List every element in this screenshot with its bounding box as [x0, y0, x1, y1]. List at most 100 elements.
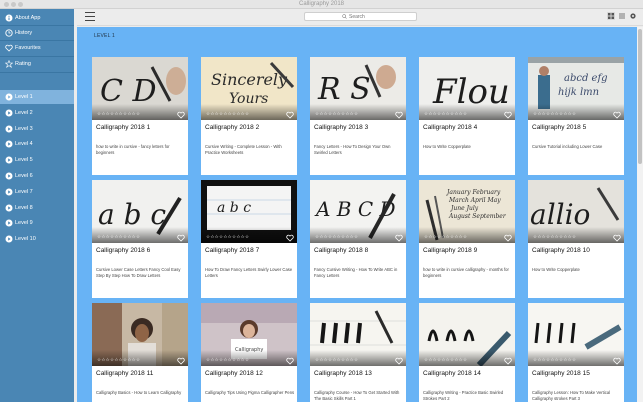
- sidebar-item-rating[interactable]: Rating: [0, 57, 74, 71]
- favourite-heart-icon[interactable]: [177, 111, 185, 119]
- sidebar-item-level-7[interactable]: Level 7: [0, 185, 74, 199]
- video-title: Calligraphy 2018 14: [423, 370, 481, 377]
- video-card[interactable]: Flou ☆☆☆☆☆☆☆☆☆☆ Calligraphy 2018 4 How to W…: [419, 57, 515, 175]
- sidebar-item-level-6[interactable]: Level 6: [0, 169, 74, 183]
- svg-text:hijk lmn: hijk lmn: [558, 87, 599, 98]
- favourite-heart-icon[interactable]: [395, 111, 403, 119]
- sidebar-item-about[interactable]: About App: [0, 11, 74, 25]
- sidebar-item-label: Level 2: [15, 109, 33, 116]
- svg-text:June July: June July: [449, 205, 479, 212]
- video-thumbnail[interactable]: C D ☆☆☆☆☆☆☆☆☆☆: [92, 57, 188, 120]
- video-card[interactable]: a b c ☆☆☆☆☆☆☆☆☆☆ Calligraphy 2018 7 How To …: [201, 180, 297, 298]
- favourite-heart-icon[interactable]: [286, 234, 294, 242]
- video-thumbnail[interactable]: R S ☆☆☆☆☆☆☆☆☆☆: [310, 57, 406, 120]
- video-card[interactable]: ☆☆☆☆☆☆☆☆☆☆ Calligraphy 2018 15 Calligraphy…: [528, 303, 624, 402]
- rating-stars: ☆☆☆☆☆☆☆☆☆☆: [97, 234, 141, 239]
- sidebar-item-label: About App: [15, 15, 41, 21]
- rating-stars: ☆☆☆☆☆☆☆☆☆☆: [424, 111, 468, 116]
- scrollbar[interactable]: [637, 27, 643, 402]
- video-thumbnail[interactable]: A B C D ☆☆☆☆☆☆☆☆☆☆: [310, 180, 406, 243]
- video-card[interactable]: January February March April May June July…: [419, 180, 515, 298]
- video-card[interactable]: abcd efg hijk lmn ☆☆☆☆☆☆☆☆☆☆ Calligraphy 20…: [528, 57, 624, 175]
- favourite-heart-icon[interactable]: [504, 234, 512, 242]
- video-description: Cursive Lower Case Letters Fancy Cool Ea…: [96, 267, 181, 278]
- grid-view-icon[interactable]: [607, 12, 615, 20]
- video-title: Calligraphy 2018 1: [96, 124, 151, 131]
- favourite-heart-icon[interactable]: [177, 357, 185, 365]
- sidebar-item-label: Level 10: [15, 236, 36, 243]
- search-field[interactable]: [304, 12, 417, 21]
- favourite-heart-icon[interactable]: [395, 234, 403, 242]
- video-thumbnail[interactable]: ☆☆☆☆☆☆☆☆☆☆: [92, 303, 188, 366]
- sidebar-item-level-1[interactable]: Level 1: [0, 90, 74, 104]
- video-thumbnail[interactable]: Sincerely Yours ☆☆☆☆☆☆☆☆☆☆: [201, 57, 297, 120]
- play-circle-icon: [4, 108, 13, 117]
- list-view-icon[interactable]: [618, 12, 626, 20]
- video-card[interactable]: C D ☆☆☆☆☆☆☆☆☆☆ Calligraphy 2018 1 how to wr…: [92, 57, 188, 175]
- video-title: Calligraphy 2018 13: [314, 370, 372, 377]
- svg-text:January February: January February: [445, 189, 501, 196]
- favourite-heart-icon[interactable]: [613, 357, 621, 365]
- favourite-heart-icon[interactable]: [504, 357, 512, 365]
- svg-text:August September: August September: [448, 213, 507, 220]
- video-description: How to Write Copperplate: [423, 144, 471, 149]
- app-window: Calligraphy 2018 About App History Favou…: [0, 0, 643, 402]
- favourite-heart-icon[interactable]: [286, 111, 294, 119]
- video-title: Calligraphy 2018 15: [532, 370, 590, 377]
- video-description: Cursive Tutorial including Lower Case: [532, 144, 603, 149]
- video-card[interactable]: a b c ☆☆☆☆☆☆☆☆☆☆ Calligraphy 2018 6 Cursive…: [92, 180, 188, 298]
- sidebar: About App History Favourites Rating Leve…: [0, 9, 74, 402]
- video-thumbnail[interactable]: a b c ☆☆☆☆☆☆☆☆☆☆: [201, 180, 297, 243]
- play-circle-icon: [4, 172, 13, 181]
- video-title: Calligraphy 2018 2: [205, 124, 260, 131]
- video-thumbnail[interactable]: ☆☆☆☆☆☆☆☆☆☆: [528, 303, 624, 366]
- video-thumbnail[interactable]: ☆☆☆☆☆☆☆☆☆☆: [310, 303, 406, 366]
- sidebar-item-level-4[interactable]: Level 4: [0, 137, 74, 151]
- video-thumbnail[interactable]: Flou ☆☆☆☆☆☆☆☆☆☆: [419, 57, 515, 120]
- video-title: Calligraphy 2018 6: [96, 247, 151, 254]
- video-card[interactable]: R S ☆☆☆☆☆☆☆☆☆☆ Calligraphy 2018 3 Fancy Let…: [310, 57, 406, 175]
- video-title: Calligraphy 2018 7: [205, 247, 260, 254]
- video-thumbnail[interactable]: abcd efg hijk lmn ☆☆☆☆☆☆☆☆☆☆: [528, 57, 624, 120]
- menu-icon[interactable]: [85, 12, 95, 21]
- sidebar-item-history[interactable]: History: [0, 26, 74, 40]
- favourite-heart-icon[interactable]: [177, 234, 185, 242]
- video-thumbnail[interactable]: January February March April May June July…: [419, 180, 515, 243]
- video-card[interactable]: ☆☆☆☆☆☆☆☆☆☆ Calligraphy 2018 13 Calligraphy…: [310, 303, 406, 402]
- video-card[interactable]: ☆☆☆☆☆☆☆☆☆☆ Calligraphy 2018 11 Calligraphy…: [92, 303, 188, 402]
- sidebar-item-level-2[interactable]: Level 2: [0, 106, 74, 120]
- video-grid: LEVEL 1 C D ☆☆☆☆☆☆☆☆☆☆ Calligraphy 2018 1 h…: [77, 27, 637, 402]
- sidebar-item-level-8[interactable]: Level 8: [0, 201, 74, 215]
- video-thumbnail[interactable]: allio ☆☆☆☆☆☆☆☆☆☆: [528, 180, 624, 243]
- sidebar-item-favourites[interactable]: Favourites: [0, 41, 74, 55]
- sidebar-item-level-3[interactable]: Level 3: [0, 122, 74, 136]
- search-input[interactable]: [349, 13, 379, 20]
- video-card[interactable]: ☆☆☆☆☆☆☆☆☆☆ Calligraphy 2018 14 Calligraphy…: [419, 303, 515, 402]
- video-thumbnail[interactable]: Calligraphy☆☆☆☆☆☆☆☆☆☆: [201, 303, 297, 366]
- sidebar-item-label: History: [15, 30, 33, 36]
- favourite-heart-icon[interactable]: [613, 111, 621, 119]
- play-circle-icon: [4, 203, 13, 212]
- video-description: Fancy Letters - How To Design Your Own S…: [314, 144, 391, 155]
- video-card[interactable]: A B C D ☆☆☆☆☆☆☆☆☆☆ Calligraphy 2018 8 Fancy…: [310, 180, 406, 298]
- rating-stars: ☆☆☆☆☆☆☆☆☆☆: [533, 111, 577, 116]
- sidebar-item-level-9[interactable]: Level 9: [0, 216, 74, 230]
- sidebar-item-label: Level 9: [15, 220, 33, 227]
- play-circle-icon: [4, 93, 13, 102]
- video-card[interactable]: Calligraphy☆☆☆☆☆☆☆☆☆☆ Calligraphy 2018 12…: [201, 303, 297, 402]
- sidebar-item-level-5[interactable]: Level 5: [0, 153, 74, 167]
- settings-icon[interactable]: [629, 12, 637, 20]
- video-thumbnail[interactable]: a b c ☆☆☆☆☆☆☆☆☆☆: [92, 180, 188, 243]
- favourite-heart-icon[interactable]: [613, 234, 621, 242]
- favourite-heart-icon[interactable]: [286, 357, 294, 365]
- video-card[interactable]: allio ☆☆☆☆☆☆☆☆☆☆ Calligraphy 2018 10 How to…: [528, 180, 624, 298]
- favourite-heart-icon[interactable]: [395, 357, 403, 365]
- favourite-heart-icon[interactable]: [504, 111, 512, 119]
- sidebar-item-level-10[interactable]: Level 10: [0, 232, 74, 246]
- play-circle-icon: [4, 156, 13, 165]
- sidebar-item-label: Level 3: [15, 125, 33, 132]
- video-thumbnail[interactable]: ☆☆☆☆☆☆☆☆☆☆: [419, 303, 515, 366]
- video-card[interactable]: Sincerely Yours ☆☆☆☆☆☆☆☆☆☆ Calligraphy 2018…: [201, 57, 297, 175]
- scrollbar-thumb[interactable]: [638, 29, 642, 164]
- video-description: Calligraphy Basics - How to Learn Callig…: [96, 390, 182, 395]
